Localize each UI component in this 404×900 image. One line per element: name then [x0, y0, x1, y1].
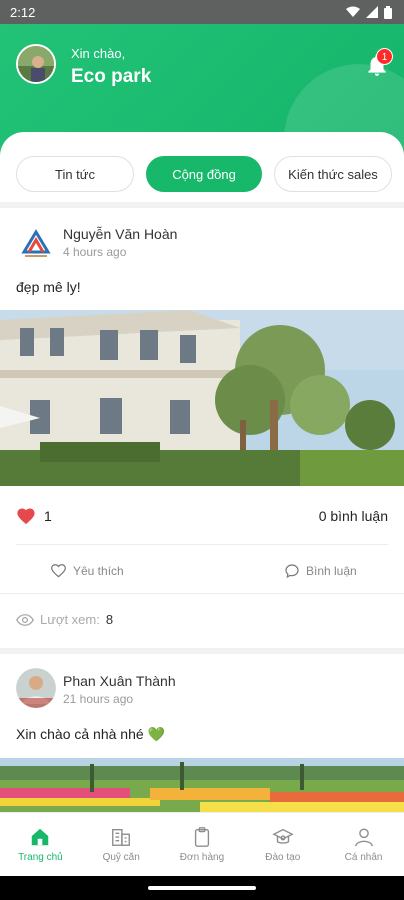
- nav-dao-tao-label: Đào tạo: [265, 852, 301, 863]
- bottom-navigation: Trang chủ Quỹ căn Đơn hàng Đào tạo Cá nh…: [0, 812, 404, 876]
- comment-count[interactable]: 0 bình luận: [319, 508, 388, 524]
- author-avatar[interactable]: [16, 668, 56, 708]
- nav-don-hang-label: Đơn hàng: [179, 852, 225, 863]
- tab-kien-thuc-sales[interactable]: Kiến thức sales: [274, 156, 392, 192]
- heart-outline-icon: [51, 564, 66, 578]
- comment-button[interactable]: Bình luận: [284, 563, 357, 579]
- post-time: 21 hours ago: [63, 692, 134, 706]
- like-button[interactable]: Yêu thích: [50, 563, 124, 578]
- nav-home[interactable]: Trang chủ: [0, 813, 81, 876]
- greeting-text: Xin chào,: [71, 46, 126, 61]
- like-button-label: Yêu thích: [73, 563, 124, 578]
- wifi-icon: [346, 6, 360, 17]
- building-icon: [112, 828, 131, 846]
- nav-ca-nhan-label: Cá nhân: [344, 852, 383, 863]
- clipboard-icon: [194, 827, 210, 847]
- nav-home-label: Trang chủ: [18, 852, 63, 863]
- post-stats: 1 0 bình luận: [16, 504, 388, 528]
- home-icon: [32, 828, 49, 846]
- post-text: đẹp mê ly!: [16, 279, 81, 295]
- username-text: Eco park: [71, 66, 152, 87]
- person-icon: [354, 828, 373, 847]
- nav-don-hang[interactable]: Đơn hàng: [162, 813, 243, 876]
- tab-cong-dong[interactable]: Cộng đồng: [146, 156, 262, 192]
- post-author[interactable]: Phan Xuân Thành: [63, 673, 176, 689]
- views-value: 8: [105, 612, 114, 627]
- signal-icon: [366, 6, 378, 18]
- content-card: Tin tức Cộng đồng Kiến thức sales Nguyễn…: [0, 132, 404, 812]
- tab-tin-tuc[interactable]: Tin tức: [16, 156, 134, 192]
- nav-dao-tao[interactable]: Đào tạo: [242, 813, 323, 876]
- heart-filled-icon: [17, 508, 35, 525]
- status-bar: 2:12: [0, 0, 404, 24]
- post-image[interactable]: [0, 758, 404, 812]
- like-count: 1: [44, 508, 52, 524]
- eye-icon: [16, 613, 34, 626]
- post-author[interactable]: Nguyễn Văn Hoàn: [63, 226, 177, 242]
- status-time: 2:12: [10, 4, 36, 20]
- home-gesture-bar[interactable]: [148, 886, 256, 890]
- post-card: Nguyễn Văn Hoàn 4 hours ago đẹp mê ly! 1…: [0, 208, 404, 588]
- post-image[interactable]: [0, 310, 404, 486]
- comment-button-label: Bình luận: [306, 564, 357, 578]
- status-icons: [346, 5, 392, 19]
- views-label: Lượt xem:: [40, 612, 100, 627]
- graduation-cap-icon: [272, 828, 294, 844]
- nav-quy-can[interactable]: Quỹ căn: [81, 813, 162, 876]
- author-avatar[interactable]: [16, 224, 56, 264]
- view-count: Lượt xem: 8: [16, 612, 113, 627]
- post-card: Phan Xuân Thành 21 hours ago Xin chào cả…: [0, 654, 404, 812]
- nav-quy-can-label: Quỹ căn: [102, 852, 140, 863]
- category-tabs: Tin tức Cộng đồng Kiến thức sales: [16, 156, 392, 192]
- comment-icon: [285, 564, 299, 579]
- divider: [16, 544, 388, 545]
- notification-badge: 1: [376, 48, 393, 65]
- nav-ca-nhan[interactable]: Cá nhân: [323, 813, 404, 876]
- user-avatar[interactable]: [16, 44, 56, 84]
- post-time: 4 hours ago: [63, 245, 127, 259]
- divider: [0, 593, 404, 594]
- post-text: Xin chào cả nhà nhé 💚: [16, 726, 165, 742]
- battery-icon: [384, 5, 392, 19]
